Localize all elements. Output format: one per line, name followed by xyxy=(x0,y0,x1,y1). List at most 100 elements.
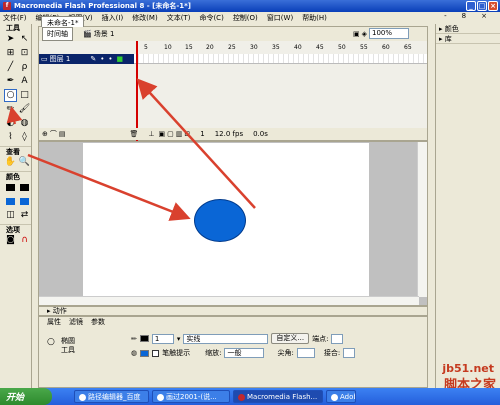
add-guide-icon[interactable]: ⌒ xyxy=(50,129,57,139)
modify-markers-icon[interactable]: ⊞ xyxy=(184,130,190,138)
tab-parameters[interactable]: 参数 xyxy=(91,317,105,327)
colors-panel-header[interactable]: ▸ 颜色 xyxy=(436,24,500,34)
menu-help[interactable]: 帮助(H) xyxy=(302,13,327,23)
line-tool-icon[interactable]: ╱ xyxy=(4,61,17,74)
maximize-button[interactable]: □ xyxy=(477,1,487,11)
menu-modify[interactable]: 修改(M) xyxy=(132,13,158,23)
swap-colors-icon[interactable]: ⇄ xyxy=(18,209,31,222)
fill-color-swatch[interactable] xyxy=(140,349,150,357)
stroke-color-icon[interactable] xyxy=(4,181,17,194)
minimize-button[interactable]: _ xyxy=(466,1,476,11)
menu-text[interactable]: 文本(T) xyxy=(167,13,191,23)
stage-vertical-scrollbar[interactable] xyxy=(417,142,427,297)
edit-symbol-icon[interactable]: ◈ xyxy=(362,30,367,38)
selection-tool-icon[interactable]: ➤ xyxy=(4,33,17,46)
menu-commands[interactable]: 命令(C) xyxy=(199,13,223,23)
doc-restore-button[interactable]: 8 xyxy=(462,12,466,20)
paint-bucket-tool-icon[interactable]: ◍ xyxy=(18,117,31,130)
stroke-hint-checkbox[interactable] xyxy=(152,349,160,357)
actions-panel-bar[interactable]: ▸ 动作 xyxy=(38,306,428,316)
taskbar-item-flash[interactable]: Macromedia Flash... xyxy=(233,390,323,403)
right-panels: ▸ 颜色 ▸ 库 xyxy=(435,24,500,388)
taskbar-item-baidu[interactable]: 路径编辑器_百度 xyxy=(74,390,149,403)
close-button[interactable]: × xyxy=(488,1,498,11)
add-layer-icon[interactable]: ⊕ xyxy=(42,130,48,138)
center-frame-icon[interactable]: ⊥ xyxy=(148,130,154,138)
corner-input[interactable] xyxy=(296,348,315,358)
tab-properties[interactable]: 属性 xyxy=(47,317,61,327)
custom-button[interactable]: 自定义... xyxy=(271,333,310,344)
ruler-tick: 20 xyxy=(206,44,214,51)
stage-horizontal-scrollbar[interactable] xyxy=(39,296,419,305)
frame-rate: 12.0 fps xyxy=(214,130,244,138)
library-panel-header[interactable]: ▸ 库 xyxy=(436,34,500,44)
onion-outline-icon[interactable]: ▢ xyxy=(167,130,174,138)
delete-layer-icon[interactable]: 🗑 xyxy=(130,130,139,138)
stroke-height-arrow-icon[interactable]: ▾ xyxy=(177,335,181,343)
rectangle-tool-icon[interactable]: □ xyxy=(18,89,31,102)
ruler-tick: 40 xyxy=(294,44,302,51)
scale-select[interactable]: 一般 xyxy=(224,348,265,358)
timeline-toggle-button[interactable]: 时间轴 xyxy=(42,27,73,41)
endpoint-select[interactable] xyxy=(331,333,344,344)
brush-tool-icon[interactable]: 🖌 xyxy=(18,103,31,116)
layer-row[interactable]: ▭ 图层 1 ✎ • • ■ xyxy=(39,54,134,64)
menu-insert[interactable]: 插入(I) xyxy=(102,13,124,23)
fill-transform-tool-icon[interactable]: ⊡ xyxy=(18,47,31,60)
oval-tool-icon[interactable]: ○ xyxy=(4,89,17,102)
eyedropper-tool-icon[interactable]: ⌇ xyxy=(4,131,17,144)
taskbar-item-browser[interactable]: 画过2001-(说... xyxy=(152,390,230,403)
menu-window[interactable]: 窗口(W) xyxy=(267,13,293,23)
tab-filters[interactable]: 滤镜 xyxy=(69,317,83,327)
doc-minimize-button[interactable]: - xyxy=(444,12,447,20)
fill-color-icon[interactable] xyxy=(4,195,17,208)
document-tab[interactable]: 未命名-1* xyxy=(41,16,85,27)
actions-label: 动作 xyxy=(52,307,67,315)
lasso-tool-icon[interactable]: ρ xyxy=(18,61,31,74)
visibility-dot-icon[interactable]: • xyxy=(100,55,104,63)
outline-square-icon[interactable]: ■ xyxy=(116,55,123,63)
zoom-select[interactable]: 100% xyxy=(369,28,409,39)
menu-control[interactable]: 控制(O) xyxy=(233,13,258,23)
add-folder-icon[interactable]: ▤ xyxy=(59,130,66,138)
stage-canvas[interactable] xyxy=(83,143,369,298)
stroke-color-swatch[interactable] xyxy=(139,335,149,342)
fill-swatch[interactable] xyxy=(18,195,31,208)
pencil-tool-icon[interactable]: ✏ xyxy=(4,103,17,116)
frame-ruler: 5 10 15 20 25 30 35 40 45 50 55 60 65 xyxy=(134,43,427,53)
zoom-tool-icon[interactable]: 🔍 xyxy=(18,156,31,169)
eraser-tool-icon[interactable]: ◊ xyxy=(18,131,31,144)
scene-icon: 🎬 xyxy=(83,30,92,38)
stroke-swatch[interactable] xyxy=(18,181,31,194)
subselection-tool-icon[interactable]: ↖ xyxy=(18,33,31,46)
menu-file[interactable]: 文件(F) xyxy=(3,13,27,23)
object-drawing-icon[interactable]: ◙ xyxy=(4,234,17,247)
pen-tool-icon[interactable]: ✒ xyxy=(4,75,17,88)
hand-tool-icon[interactable]: ✋ xyxy=(4,156,17,169)
timeline-panel: 未命名-1* 时间轴 🎬 场景 1 ▣ ◈ 100% 5 10 15 20 25… xyxy=(38,16,428,141)
ruler-tick: 55 xyxy=(360,44,368,51)
default-colors-icon[interactable]: ◫ xyxy=(4,209,17,222)
stroke-height-input[interactable]: 1 xyxy=(151,333,174,344)
edit-multiple-icon[interactable]: ▥ xyxy=(176,130,183,138)
start-button[interactable]: 开始 xyxy=(0,388,52,405)
snap-magnet-icon[interactable]: ∩ xyxy=(18,234,31,247)
join-select[interactable] xyxy=(343,348,356,358)
edit-scene-icon[interactable]: ▣ xyxy=(353,30,360,38)
ruler-tick: 60 xyxy=(382,44,390,51)
lock-dot-icon[interactable]: • xyxy=(108,55,112,63)
scene-breadcrumb[interactable]: 🎬 场景 1 xyxy=(83,29,114,39)
frames-row[interactable] xyxy=(134,54,427,64)
playhead[interactable] xyxy=(136,41,138,141)
scale-label: 缩放: xyxy=(205,349,222,357)
blue-oval-shape[interactable] xyxy=(194,199,246,242)
taskbar-item-adobe[interactable]: Adobe xyxy=(326,390,356,403)
options-section-label: 选项 xyxy=(0,224,31,234)
doc-close-button[interactable]: × xyxy=(481,12,487,20)
stroke-style-select[interactable]: 实线 xyxy=(183,333,269,344)
onion-skin-icon[interactable]: ▣ xyxy=(159,130,166,138)
ruler-tick: 10 xyxy=(164,44,172,51)
free-transform-tool-icon[interactable]: ⊞ xyxy=(4,47,17,60)
text-tool-icon[interactable]: A xyxy=(18,75,31,88)
ink-bottle-tool-icon[interactable]: ◐ xyxy=(4,117,17,130)
